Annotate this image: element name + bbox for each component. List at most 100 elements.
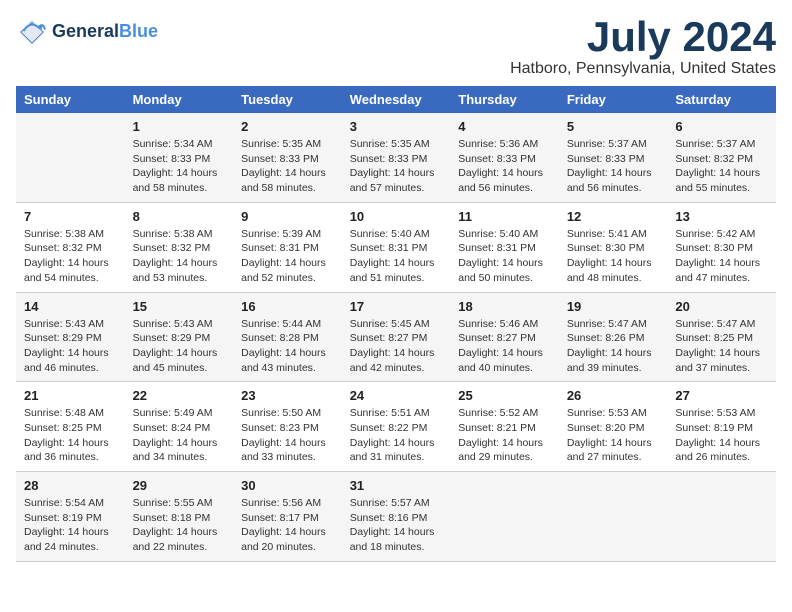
day-number: 21 xyxy=(24,388,117,403)
calendar-cell: 12 Sunrise: 5:41 AMSunset: 8:30 PMDayligh… xyxy=(559,202,668,292)
day-number: 5 xyxy=(567,119,660,134)
calendar-cell xyxy=(559,472,668,562)
day-info: Sunrise: 5:49 AMSunset: 8:24 PMDaylight:… xyxy=(133,406,226,465)
day-number: 6 xyxy=(675,119,768,134)
day-number: 10 xyxy=(350,209,443,224)
calendar-cell: 14 Sunrise: 5:43 AMSunset: 8:29 PMDayligh… xyxy=(16,292,125,382)
calendar-cell: 13 Sunrise: 5:42 AMSunset: 8:30 PMDayligh… xyxy=(667,202,776,292)
day-number: 27 xyxy=(675,388,768,403)
day-number: 15 xyxy=(133,299,226,314)
calendar-cell xyxy=(667,472,776,562)
weekday-header-monday: Monday xyxy=(125,86,234,113)
day-info: Sunrise: 5:55 AMSunset: 8:18 PMDaylight:… xyxy=(133,496,226,555)
calendar-cell: 1 Sunrise: 5:34 AMSunset: 8:33 PMDaylight… xyxy=(125,113,234,202)
day-info: Sunrise: 5:53 AMSunset: 8:19 PMDaylight:… xyxy=(675,406,768,465)
day-info: Sunrise: 5:40 AMSunset: 8:31 PMDaylight:… xyxy=(350,227,443,286)
calendar-cell: 17Sunrise: 5:45 AMSunset: 8:27 PMDayligh… xyxy=(342,292,451,382)
day-number: 12 xyxy=(567,209,660,224)
day-info: Sunrise: 5:35 AMSunset: 8:33 PMDaylight:… xyxy=(350,137,443,196)
day-number: 2 xyxy=(241,119,334,134)
day-number: 19 xyxy=(567,299,660,314)
day-number: 31 xyxy=(350,478,443,493)
calendar-cell: 26 Sunrise: 5:53 AMSunset: 8:20 PMDayligh… xyxy=(559,382,668,472)
calendar-cell: 11 Sunrise: 5:40 AMSunset: 8:31 PMDayligh… xyxy=(450,202,559,292)
day-info: Sunrise: 5:50 AMSunset: 8:23 PMDaylight:… xyxy=(241,406,334,465)
calendar-cell: 16 Sunrise: 5:44 AMSunset: 8:28 PMDayligh… xyxy=(233,292,342,382)
calendar-cell: 18 Sunrise: 5:46 AMSunset: 8:27 PMDayligh… xyxy=(450,292,559,382)
calendar-cell: 30 Sunrise: 5:56 AMSunset: 8:17 PMDayligh… xyxy=(233,472,342,562)
calendar-cell: 24 Sunrise: 5:51 AMSunset: 8:22 PMDayligh… xyxy=(342,382,451,472)
logo-text: GeneralBlue xyxy=(52,22,158,42)
day-number: 30 xyxy=(241,478,334,493)
day-info: Sunrise: 5:56 AMSunset: 8:17 PMDaylight:… xyxy=(241,496,334,555)
day-info: Sunrise: 5:43 AMSunset: 8:29 PMDaylight:… xyxy=(24,317,117,376)
day-info: Sunrise: 5:47 AMSunset: 8:25 PMDaylight:… xyxy=(675,317,768,376)
calendar-cell: 20Sunrise: 5:47 AMSunset: 8:25 PMDayligh… xyxy=(667,292,776,382)
header: GeneralBlue July 2024 Hatboro, Pennsylva… xyxy=(16,16,776,78)
week-row-4: 21 Sunrise: 5:48 AMSunset: 8:25 PMDayligh… xyxy=(16,382,776,472)
calendar-cell: 2Sunrise: 5:35 AMSunset: 8:33 PMDaylight… xyxy=(233,113,342,202)
week-row-3: 14 Sunrise: 5:43 AMSunset: 8:29 PMDayligh… xyxy=(16,292,776,382)
day-number: 25 xyxy=(458,388,551,403)
day-info: Sunrise: 5:57 AMSunset: 8:16 PMDaylight:… xyxy=(350,496,443,555)
calendar-cell: 28Sunrise: 5:54 AMSunset: 8:19 PMDayligh… xyxy=(16,472,125,562)
day-number: 7 xyxy=(24,209,117,224)
weekday-header-thursday: Thursday xyxy=(450,86,559,113)
calendar-cell: 27 Sunrise: 5:53 AMSunset: 8:19 PMDayligh… xyxy=(667,382,776,472)
day-number: 16 xyxy=(241,299,334,314)
weekday-header-sunday: Sunday xyxy=(16,86,125,113)
calendar-cell: 21 Sunrise: 5:48 AMSunset: 8:25 PMDayligh… xyxy=(16,382,125,472)
day-info: Sunrise: 5:37 AMSunset: 8:32 PMDaylight:… xyxy=(675,137,768,196)
day-info: Sunrise: 5:52 AMSunset: 8:21 PMDaylight:… xyxy=(458,406,551,465)
calendar-cell: 9Sunrise: 5:39 AMSunset: 8:31 PMDaylight… xyxy=(233,202,342,292)
day-number: 26 xyxy=(567,388,660,403)
day-info: Sunrise: 5:46 AMSunset: 8:27 PMDaylight:… xyxy=(458,317,551,376)
calendar-cell: 6 Sunrise: 5:37 AMSunset: 8:32 PMDaylight… xyxy=(667,113,776,202)
calendar-cell: 8 Sunrise: 5:38 AMSunset: 8:32 PMDaylight… xyxy=(125,202,234,292)
location-title: Hatboro, Pennsylvania, United States xyxy=(510,60,776,78)
calendar-cell: 10 Sunrise: 5:40 AMSunset: 8:31 PMDayligh… xyxy=(342,202,451,292)
weekday-header-friday: Friday xyxy=(559,86,668,113)
day-info: Sunrise: 5:42 AMSunset: 8:30 PMDaylight:… xyxy=(675,227,768,286)
day-number: 17 xyxy=(350,299,443,314)
day-number: 1 xyxy=(133,119,226,134)
title-area: July 2024 Hatboro, Pennsylvania, United … xyxy=(510,16,776,78)
calendar-cell: 5 Sunrise: 5:37 AMSunset: 8:33 PMDaylight… xyxy=(559,113,668,202)
logo: GeneralBlue xyxy=(16,16,158,48)
calendar-cell: 31 Sunrise: 5:57 AMSunset: 8:16 PMDayligh… xyxy=(342,472,451,562)
day-number: 8 xyxy=(133,209,226,224)
day-info: Sunrise: 5:34 AMSunset: 8:33 PMDaylight:… xyxy=(133,137,226,196)
week-row-2: 7 Sunrise: 5:38 AMSunset: 8:32 PMDaylight… xyxy=(16,202,776,292)
day-number: 29 xyxy=(133,478,226,493)
day-number: 22 xyxy=(133,388,226,403)
day-info: Sunrise: 5:44 AMSunset: 8:28 PMDaylight:… xyxy=(241,317,334,376)
week-row-1: 1 Sunrise: 5:34 AMSunset: 8:33 PMDaylight… xyxy=(16,113,776,202)
calendar-cell: 4Sunrise: 5:36 AMSunset: 8:33 PMDaylight… xyxy=(450,113,559,202)
day-info: Sunrise: 5:38 AMSunset: 8:32 PMDaylight:… xyxy=(24,227,117,286)
day-number: 28 xyxy=(24,478,117,493)
calendar-cell: 29 Sunrise: 5:55 AMSunset: 8:18 PMDayligh… xyxy=(125,472,234,562)
calendar-table: SundayMondayTuesdayWednesdayThursdayFrid… xyxy=(16,86,776,562)
month-title: July 2024 xyxy=(510,16,776,58)
calendar-cell: 23 Sunrise: 5:50 AMSunset: 8:23 PMDayligh… xyxy=(233,382,342,472)
day-number: 14 xyxy=(24,299,117,314)
day-info: Sunrise: 5:43 AMSunset: 8:29 PMDaylight:… xyxy=(133,317,226,376)
day-info: Sunrise: 5:51 AMSunset: 8:22 PMDaylight:… xyxy=(350,406,443,465)
day-number: 23 xyxy=(241,388,334,403)
day-number: 24 xyxy=(350,388,443,403)
day-info: Sunrise: 5:38 AMSunset: 8:32 PMDaylight:… xyxy=(133,227,226,286)
day-info: Sunrise: 5:40 AMSunset: 8:31 PMDaylight:… xyxy=(458,227,551,286)
day-number: 18 xyxy=(458,299,551,314)
day-number: 13 xyxy=(675,209,768,224)
calendar-cell: 22 Sunrise: 5:49 AMSunset: 8:24 PMDayligh… xyxy=(125,382,234,472)
day-number: 11 xyxy=(458,209,551,224)
day-info: Sunrise: 5:37 AMSunset: 8:33 PMDaylight:… xyxy=(567,137,660,196)
day-info: Sunrise: 5:41 AMSunset: 8:30 PMDaylight:… xyxy=(567,227,660,286)
day-info: Sunrise: 5:36 AMSunset: 8:33 PMDaylight:… xyxy=(458,137,551,196)
day-info: Sunrise: 5:53 AMSunset: 8:20 PMDaylight:… xyxy=(567,406,660,465)
calendar-cell xyxy=(16,113,125,202)
day-number: 3 xyxy=(350,119,443,134)
weekday-header-saturday: Saturday xyxy=(667,86,776,113)
calendar-cell: 25 Sunrise: 5:52 AMSunset: 8:21 PMDayligh… xyxy=(450,382,559,472)
day-info: Sunrise: 5:48 AMSunset: 8:25 PMDaylight:… xyxy=(24,406,117,465)
